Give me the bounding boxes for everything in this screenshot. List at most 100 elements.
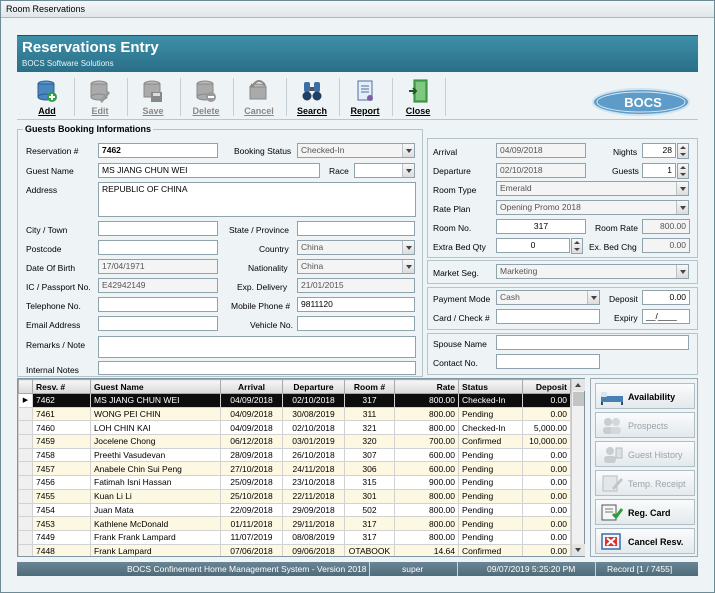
scroll-thumb[interactable] (573, 392, 584, 406)
email-label: Email Address (26, 320, 81, 330)
prospects-button[interactable]: Prospects (595, 412, 695, 438)
spouse-field[interactable] (496, 335, 689, 350)
report-button[interactable]: Report (341, 78, 389, 118)
table-cell: 22/09/2018 (220, 502, 283, 518)
grid-scrollbar[interactable] (571, 379, 585, 556)
ex-bed-chg-label: Ex. Bed Chg (589, 242, 637, 252)
table-cell: Pending (458, 475, 523, 490)
guests-spinner[interactable] (677, 163, 689, 179)
nights-field[interactable]: 28 (642, 143, 676, 158)
telephone-field[interactable] (98, 297, 218, 312)
extra-bed-field[interactable]: 0 (496, 238, 570, 253)
departure-field[interactable]: 02/10/2018 (496, 163, 586, 178)
postcode-field[interactable] (98, 240, 218, 255)
table-cell: 502 (344, 502, 395, 518)
extra-bed-spinner[interactable] (571, 238, 583, 254)
search-binoculars-icon (302, 82, 322, 101)
table-cell: Preethi Vasudevan (90, 447, 221, 463)
exp-delivery-field[interactable]: 21/01/2015 (297, 278, 415, 293)
booking-status-select[interactable]: Checked-In (297, 143, 415, 158)
column-header[interactable]: Status (458, 379, 523, 394)
table-row[interactable]: 7458 Preethi Vasudevan 28/09/2018 26/10/201… (18, 447, 571, 463)
room-type-select[interactable]: Emerald (496, 181, 689, 196)
table-row[interactable]: 7459 Jocelene Chong 06/12/2018 03/01/2019 32… (18, 434, 571, 449)
rate-plan-select[interactable]: Opening Promo 2018 (496, 200, 689, 215)
table-cell: MS JIANG CHUN WEI (90, 393, 221, 408)
mobile-field[interactable]: 9811120 (297, 297, 415, 312)
chevron-down-icon (676, 201, 688, 214)
table-row[interactable]: 7449 Frank Frank Lampard 11/07/2019 08/08/2… (18, 529, 571, 545)
arrival-field[interactable]: 04/09/2018 (496, 143, 586, 158)
reservation-field[interactable]: 7462 (98, 143, 218, 158)
table-row[interactable]: 7457 Anabele Chin Sui Peng 27/10/2018 24/11… (18, 461, 571, 477)
ic-label: IC / Passport No. (26, 282, 91, 292)
delete-button[interactable]: Delete (182, 78, 230, 118)
table-cell: 800.00 (394, 529, 459, 545)
column-header[interactable]: Rate (394, 379, 459, 394)
column-header[interactable]: Departure (282, 379, 345, 394)
column-header[interactable]: Guest Name (90, 379, 221, 394)
cancel-button[interactable]: Cancel (235, 78, 283, 118)
table-cell: 01/11/2018 (220, 516, 283, 531)
table-row[interactable]: 7453 Kathlene McDonald 01/11/2018 29/11/201… (18, 516, 571, 531)
table-cell: 10,000.00 (522, 434, 571, 449)
guest-history-button[interactable]: Guest History (595, 441, 695, 467)
room-rate-field[interactable]: 800.00 (642, 219, 690, 234)
table-row[interactable]: 7456 Fatimah Isni Hassan 25/09/2018 23/10/2… (18, 475, 571, 490)
column-header[interactable]: Deposit (522, 379, 571, 394)
contact-field[interactable] (496, 354, 600, 369)
ic-passport-field[interactable]: E42942149 (98, 278, 218, 293)
country-select[interactable]: China (297, 240, 415, 255)
reg-card-button[interactable]: Reg. Card (595, 499, 695, 525)
payment-mode-select[interactable]: Cash (496, 290, 600, 305)
scroll-up-icon[interactable] (572, 379, 585, 391)
dob-field[interactable]: 17/04/1971 (98, 259, 218, 274)
scroll-down-icon[interactable] (572, 544, 585, 556)
address-field[interactable]: REPUBLIC OF CHINA (98, 182, 416, 217)
guests-field[interactable]: 1 (642, 163, 676, 178)
state-field[interactable] (297, 221, 415, 236)
guest-name-field[interactable]: MS JIANG CHUN WEI (98, 163, 320, 178)
reservations-grid[interactable]: Resv. # Guest Name Arrival Departure Roo… (17, 378, 585, 557)
table-row[interactable]: 7454 Juan Mata 22/09/2018 29/09/2018 502 800.… (18, 502, 571, 518)
city-field[interactable] (98, 221, 218, 236)
toolbar-separator (445, 78, 446, 116)
race-select[interactable] (354, 163, 415, 178)
remarks-field[interactable] (98, 336, 416, 358)
search-button[interactable]: Search (288, 78, 336, 118)
nationality-select[interactable]: China (297, 259, 415, 274)
card-check-field[interactable] (496, 309, 600, 324)
departure-label: Departure (433, 166, 471, 176)
room-no-field[interactable]: 317 (496, 219, 586, 234)
room-rate-label: Room Rate (595, 223, 638, 233)
market-seg-value: Marketing (500, 266, 538, 276)
table-row[interactable]: 7455 Kuan Li Li 25/10/2018 22/11/2018 301 800… (18, 488, 571, 504)
internal-notes-field[interactable] (98, 361, 416, 375)
table-row[interactable]: 7448 Frank Lampard 07/06/2018 09/06/2018 OTA… (18, 543, 571, 556)
close-button[interactable]: Close (394, 78, 442, 118)
cancel-label: Cancel (244, 106, 274, 116)
add-button[interactable]: Add (23, 78, 71, 118)
table-cell: Pending (458, 447, 523, 463)
expiry-field[interactable]: __/____ (642, 309, 690, 324)
market-seg-select[interactable]: Marketing (496, 264, 689, 279)
edit-button[interactable]: Edit (76, 78, 124, 118)
availability-button[interactable]: Availability (595, 383, 695, 409)
email-field[interactable] (98, 316, 218, 331)
nights-spinner[interactable] (677, 143, 689, 159)
column-header[interactable]: Arrival (220, 379, 283, 394)
table-row[interactable]: 7460 LOH CHIN KAI 04/09/2018 02/10/2018 321 8… (18, 420, 571, 436)
window-title: Room Reservations (6, 4, 86, 14)
table-row[interactable]: 7461 WONG PEI CHIN 04/09/2018 30/08/2019 311… (18, 406, 571, 422)
temp-receipt-button[interactable]: Temp. Receipt (595, 470, 695, 496)
cancel-resv-button[interactable]: Cancel Resv. (595, 528, 695, 554)
deposit-field[interactable]: 0.00 (642, 290, 690, 305)
column-header[interactable]: Room # (344, 379, 395, 394)
table-cell: 311 (344, 406, 395, 422)
column-header[interactable]: Resv. # (32, 379, 91, 394)
ex-bed-chg-field[interactable]: 0.00 (642, 238, 690, 253)
save-button[interactable]: Save (129, 78, 177, 118)
table-cell: 0.00 (522, 393, 571, 408)
vehicle-field[interactable] (297, 316, 415, 331)
table-row[interactable]: ▶ 7462 MS JIANG CHUN WEI 04/09/2018 02/10/20… (18, 393, 571, 408)
